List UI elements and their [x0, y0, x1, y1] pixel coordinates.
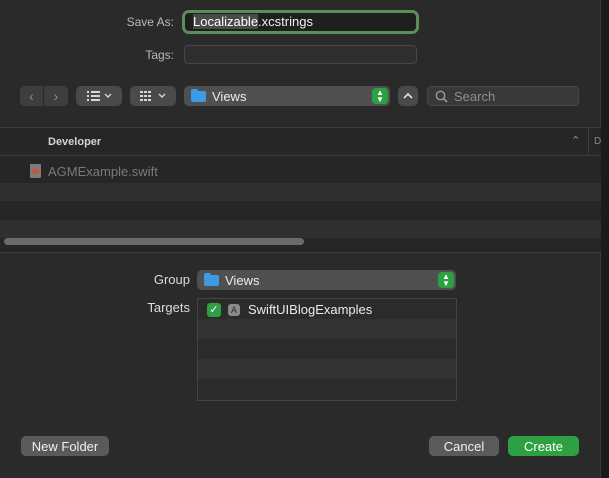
- search-field[interactable]: Search: [427, 86, 579, 106]
- group-label: Group: [153, 272, 190, 287]
- chevron-down-icon: [158, 93, 166, 98]
- up-down-chevron-icon: ▲ ▼: [438, 272, 454, 288]
- chevron-up-icon: ⌃: [571, 135, 581, 147]
- grid-icon: [140, 91, 166, 101]
- targets-label: Targets: [147, 300, 190, 315]
- back-forward-control: ‹ ›: [20, 86, 68, 106]
- empty-row: [198, 319, 456, 339]
- list-view-button[interactable]: [76, 86, 122, 106]
- chevron-down-icon: [104, 93, 112, 98]
- app-target-icon: A: [228, 304, 240, 316]
- group-popup[interactable]: Views ▲ ▼: [197, 270, 456, 290]
- save-as-field[interactable]: Localizable.xcstrings: [182, 10, 419, 34]
- target-name: SwiftUIBlogExamples: [248, 302, 373, 317]
- list-icon: [87, 91, 112, 101]
- empty-row: [198, 379, 456, 399]
- file-browser: Developer ⌃ D AGMExample.swift: [0, 127, 601, 253]
- file-row[interactable]: AGMExample.swift: [0, 163, 601, 181]
- tags-label: Tags:: [145, 48, 174, 62]
- column-title[interactable]: Developer: [48, 136, 101, 148]
- chevron-left-icon[interactable]: ‹: [20, 86, 44, 106]
- checkbox-checked[interactable]: ✓: [207, 303, 221, 317]
- new-folder-button[interactable]: New Folder: [21, 436, 109, 456]
- empty-row: [198, 359, 456, 379]
- cancel-button[interactable]: Cancel: [429, 436, 499, 456]
- location-popup[interactable]: Views ▲ ▼: [184, 86, 390, 106]
- window-edge: [601, 0, 609, 478]
- create-button[interactable]: Create: [508, 436, 579, 456]
- chevron-right-icon[interactable]: ›: [44, 86, 68, 106]
- swift-file-icon: [30, 164, 41, 178]
- search-icon: [435, 90, 448, 103]
- save-dialog: Save As: Localizable.xcstrings Tags: ‹ ›: [0, 0, 601, 478]
- horizontal-scrollbar[interactable]: [4, 238, 304, 245]
- column-divider[interactable]: [588, 128, 589, 156]
- tags-field[interactable]: [184, 45, 417, 64]
- empty-row: [198, 339, 456, 359]
- file-name: AGMExample.swift: [48, 164, 158, 179]
- filename-selected-text: Localizable: [193, 14, 259, 29]
- up-down-chevron-icon: ▲ ▼: [372, 88, 388, 104]
- folder-icon: [191, 88, 206, 102]
- group-value: Views: [225, 272, 260, 288]
- target-row[interactable]: ✓ A SwiftUIBlogExamples: [198, 299, 456, 319]
- chevron-up-icon: [403, 92, 413, 99]
- folder-icon: [204, 272, 219, 286]
- save-as-label: Save As:: [126, 15, 174, 29]
- location-label: Views: [212, 88, 247, 104]
- empty-row: [0, 220, 601, 238]
- grid-view-button[interactable]: [130, 86, 176, 106]
- empty-row: [0, 183, 601, 201]
- column-header: Developer ⌃ D: [0, 128, 601, 156]
- targets-list: ✓ A SwiftUIBlogExamples: [197, 298, 457, 401]
- collapse-button[interactable]: [398, 86, 418, 106]
- search-placeholder: Search: [454, 88, 496, 104]
- filename-extension: .xcstrings: [258, 14, 313, 29]
